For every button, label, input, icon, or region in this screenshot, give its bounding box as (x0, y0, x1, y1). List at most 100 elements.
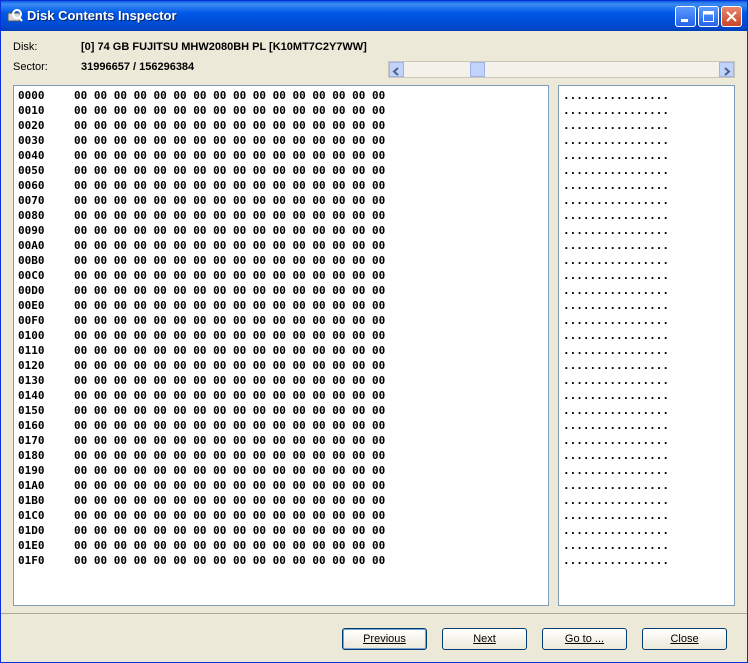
hex-row-offset: 0140 (18, 389, 45, 402)
hex-row-bytes: 00 00 00 00 00 00 00 00 00 00 00 00 00 0… (74, 269, 386, 282)
ascii-row: ................ (563, 209, 669, 222)
chevron-right-icon (724, 67, 731, 76)
ascii-row: ................ (563, 284, 669, 297)
sector-value: 31996657 / 156296384 (81, 61, 195, 73)
ascii-row: ................ (563, 344, 669, 357)
hex-row-bytes: 00 00 00 00 00 00 00 00 00 00 00 00 00 0… (74, 164, 386, 177)
hex-row-offset: 0130 (18, 374, 45, 387)
window-title: Disk Contents Inspector (27, 8, 177, 23)
hex-row-bytes: 00 00 00 00 00 00 00 00 00 00 00 00 00 0… (74, 314, 386, 327)
hex-row-offset: 0030 (18, 134, 45, 147)
hex-view-panel[interactable]: 0000 00 00 00 00 00 00 00 00 00 00 00 00 … (13, 85, 549, 606)
goto-button[interactable]: Go to ... (542, 628, 627, 650)
hex-row-bytes: 00 00 00 00 00 00 00 00 00 00 00 00 00 0… (74, 524, 386, 537)
close-window-button[interactable] (721, 6, 742, 27)
ascii-row: ................ (563, 359, 669, 372)
hex-row-offset: 0170 (18, 434, 45, 447)
close-button[interactable]: Close (642, 628, 727, 650)
hex-row-offset: 0180 (18, 449, 45, 462)
hex-row-bytes: 00 00 00 00 00 00 00 00 00 00 00 00 00 0… (74, 179, 386, 192)
hex-row-bytes: 00 00 00 00 00 00 00 00 00 00 00 00 00 0… (74, 134, 386, 147)
hex-row-bytes: 00 00 00 00 00 00 00 00 00 00 00 00 00 0… (74, 299, 386, 312)
ascii-row: ................ (563, 179, 669, 192)
ascii-row: ................ (563, 299, 669, 312)
title-bar[interactable]: Disk Contents Inspector (1, 1, 747, 31)
hex-row-offset: 0110 (18, 344, 45, 357)
ascii-row: ................ (563, 479, 669, 492)
ascii-row: ................ (563, 224, 669, 237)
hex-row-bytes: 00 00 00 00 00 00 00 00 00 00 00 00 00 0… (74, 329, 386, 342)
hex-row-bytes: 00 00 00 00 00 00 00 00 00 00 00 00 00 0… (74, 209, 386, 222)
ascii-row: ................ (563, 509, 669, 522)
hex-row-offset: 01B0 (18, 494, 45, 507)
hex-row-bytes: 00 00 00 00 00 00 00 00 00 00 00 00 00 0… (74, 494, 386, 507)
hex-row-bytes: 00 00 00 00 00 00 00 00 00 00 00 00 00 0… (74, 554, 386, 567)
sector-scrollbar[interactable] (388, 61, 735, 78)
hex-row-bytes: 00 00 00 00 00 00 00 00 00 00 00 00 00 0… (74, 254, 386, 267)
ascii-row: ................ (563, 434, 669, 447)
chevron-left-icon (392, 67, 399, 76)
hex-row-bytes: 00 00 00 00 00 00 00 00 00 00 00 00 00 0… (74, 284, 386, 297)
ascii-row: ................ (563, 539, 669, 552)
hex-row-bytes: 00 00 00 00 00 00 00 00 00 00 00 00 00 0… (74, 509, 386, 522)
hex-row-offset: 00B0 (18, 254, 45, 267)
hex-row-offset: 01E0 (18, 539, 45, 552)
scroll-thumb[interactable] (470, 62, 485, 77)
ascii-row: ................ (563, 524, 669, 537)
ascii-row: ................ (563, 254, 669, 267)
ascii-row: ................ (563, 494, 669, 507)
sector-label: Sector: (13, 61, 48, 73)
hex-row-offset: 00F0 (18, 314, 45, 327)
hex-row-offset: 0160 (18, 419, 45, 432)
ascii-row: ................ (563, 449, 669, 462)
hex-row-offset: 0120 (18, 359, 45, 372)
ascii-row: ................ (563, 404, 669, 417)
hex-row-bytes: 00 00 00 00 00 00 00 00 00 00 00 00 00 0… (74, 404, 386, 417)
ascii-row: ................ (563, 329, 669, 342)
hex-row-bytes: 00 00 00 00 00 00 00 00 00 00 00 00 00 0… (74, 119, 386, 132)
hex-row-offset: 01D0 (18, 524, 45, 537)
hex-row-offset: 0190 (18, 464, 45, 477)
hex-row-offset: 01F0 (18, 554, 45, 567)
ascii-row: ................ (563, 269, 669, 282)
hex-row-offset: 01A0 (18, 479, 45, 492)
scroll-left-button[interactable] (389, 62, 404, 77)
hex-row-offset: 0150 (18, 404, 45, 417)
hex-row-bytes: 00 00 00 00 00 00 00 00 00 00 00 00 00 0… (74, 389, 386, 402)
hex-row-bytes: 00 00 00 00 00 00 00 00 00 00 00 00 00 0… (74, 194, 386, 207)
maximize-button[interactable] (698, 6, 719, 27)
ascii-row: ................ (563, 119, 669, 132)
ascii-row: ................ (563, 314, 669, 327)
hex-row-bytes: 00 00 00 00 00 00 00 00 00 00 00 00 00 0… (74, 449, 386, 462)
hex-row-offset: 01C0 (18, 509, 45, 522)
hex-row-bytes: 00 00 00 00 00 00 00 00 00 00 00 00 00 0… (74, 104, 386, 117)
ascii-view-panel[interactable]: ........................................… (558, 85, 735, 606)
hex-row-bytes: 00 00 00 00 00 00 00 00 00 00 00 00 00 0… (74, 479, 386, 492)
close-icon (726, 11, 737, 22)
minimize-button[interactable] (675, 6, 696, 27)
hex-row-offset: 00C0 (18, 269, 45, 282)
hex-row-offset: 00D0 (18, 284, 45, 297)
ascii-row: ................ (563, 104, 669, 117)
ascii-row: ................ (563, 554, 669, 567)
hex-row-offset: 0040 (18, 149, 45, 162)
hex-row-offset: 0090 (18, 224, 45, 237)
ascii-row: ................ (563, 389, 669, 402)
hex-row-bytes: 00 00 00 00 00 00 00 00 00 00 00 00 00 0… (74, 539, 386, 552)
disk-value: [0] 74 GB FUJITSU MHW2080BH PL [K10MT7C2… (81, 41, 367, 53)
hex-row-bytes: 00 00 00 00 00 00 00 00 00 00 00 00 00 0… (74, 434, 386, 447)
next-button[interactable]: Next (442, 628, 527, 650)
hex-row-offset: 0060 (18, 179, 45, 192)
ascii-row: ................ (563, 194, 669, 207)
previous-button[interactable]: Previous (342, 628, 427, 650)
ascii-row: ................ (563, 164, 669, 177)
hex-row-offset: 00A0 (18, 239, 45, 252)
scroll-right-button[interactable] (719, 62, 734, 77)
hex-row-offset: 0050 (18, 164, 45, 177)
hex-row-bytes: 00 00 00 00 00 00 00 00 00 00 00 00 00 0… (74, 149, 386, 162)
hex-row-offset: 0100 (18, 329, 45, 342)
ascii-row: ................ (563, 419, 669, 432)
divider (1, 613, 747, 614)
hex-row-offset: 0020 (18, 119, 45, 132)
ascii-row: ................ (563, 134, 669, 147)
